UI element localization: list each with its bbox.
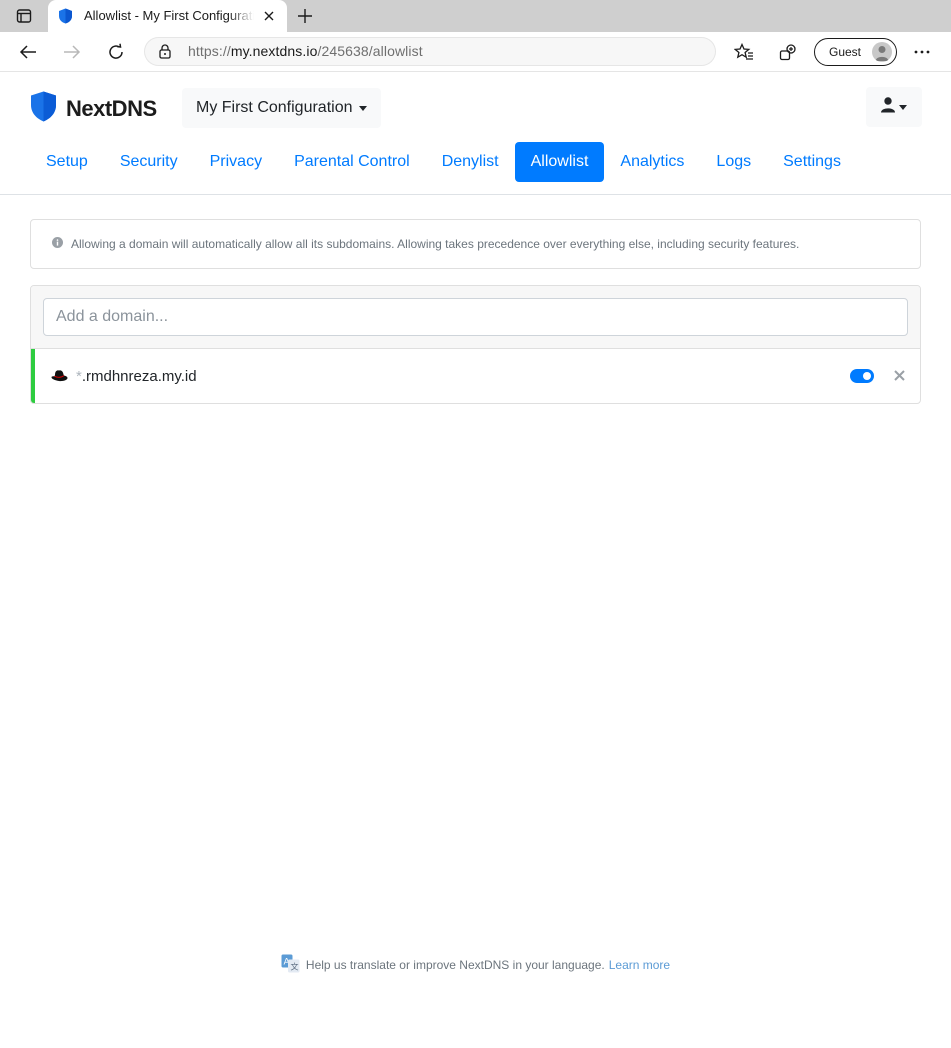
caret-down-icon: [899, 104, 907, 110]
translation-footer: A文 Help us translate or improve NextDNS …: [0, 954, 951, 976]
tab-allowlist[interactable]: Allowlist: [514, 142, 605, 182]
address-bar[interactable]: https://my.nextdns.io/245638/allowlist: [144, 37, 716, 66]
svg-text:文: 文: [290, 962, 298, 972]
caret-down-icon: [358, 105, 367, 111]
profile-label: Guest: [829, 45, 862, 59]
lock-icon[interactable]: [158, 43, 172, 64]
url-text: https://my.nextdns.io/245638/allowlist: [188, 43, 423, 59]
red-hat-favicon-icon: [51, 369, 68, 388]
nav-divider: [0, 194, 951, 195]
add-domain-section: [31, 286, 920, 349]
main-nav: Setup Security Privacy Parental Control …: [30, 142, 857, 182]
account-menu-button[interactable]: [866, 87, 922, 127]
guest-avatar-icon: [872, 42, 892, 62]
footer-text: Help us translate or improve NextDNS in …: [305, 958, 605, 972]
new-tab-icon[interactable]: [293, 5, 317, 27]
nextdns-favicon-icon: [58, 8, 73, 29]
url-path: /245638/allowlist: [317, 43, 423, 59]
brand-logo[interactable]: NextDNS: [30, 91, 157, 127]
allowlist-card: *.rmdhnreza.my.id: [30, 285, 921, 404]
allowlist-entry: *.rmdhnreza.my.id: [31, 349, 920, 403]
refresh-icon[interactable]: [102, 38, 130, 66]
tab-close-icon[interactable]: [259, 6, 279, 26]
tab-denylist[interactable]: Denylist: [426, 142, 515, 182]
tab-parental-control[interactable]: Parental Control: [278, 142, 426, 182]
info-notice: Allowing a domain will automatically all…: [30, 219, 921, 269]
tab-settings[interactable]: Settings: [767, 142, 857, 182]
tab-setup[interactable]: Setup: [30, 142, 104, 182]
browser-tab[interactable]: Allowlist - My First Configuration: [48, 0, 287, 32]
notice-text: Allowing a domain will automatically all…: [71, 237, 800, 251]
tab-title: Allowlist - My First Configuration: [84, 8, 254, 23]
forward-icon[interactable]: [58, 38, 86, 66]
url-host: my.nextdns.io: [230, 43, 318, 59]
remove-entry-icon[interactable]: [890, 366, 908, 384]
more-menu-icon[interactable]: [908, 38, 936, 66]
tab-privacy[interactable]: Privacy: [194, 142, 278, 182]
learn-more-link[interactable]: Learn more: [609, 958, 670, 972]
entry-enabled-toggle[interactable]: [850, 369, 874, 383]
tab-logs[interactable]: Logs: [700, 142, 767, 182]
entry-domain: *.rmdhnreza.my.id: [76, 368, 197, 385]
back-icon[interactable]: [14, 38, 42, 66]
translate-icon: A文: [281, 954, 300, 976]
user-icon: [881, 96, 895, 118]
configuration-dropdown[interactable]: My First Configuration: [182, 88, 381, 128]
tab-security[interactable]: Security: [104, 142, 194, 182]
configuration-name: My First Configuration: [196, 99, 353, 116]
browser-tab-bar: Allowlist - My First Configuration: [0, 0, 951, 32]
entry-domain-name: .rmdhnreza.my.id: [81, 368, 197, 385]
favorites-icon[interactable]: [730, 38, 758, 66]
tab-actions-icon[interactable]: [10, 5, 38, 27]
shield-logo-icon: [30, 91, 57, 127]
brand-name: NextDNS: [66, 96, 157, 121]
add-domain-input[interactable]: [43, 298, 908, 336]
collections-icon[interactable]: [774, 38, 802, 66]
tab-analytics[interactable]: Analytics: [604, 142, 700, 182]
profile-button[interactable]: Guest: [814, 38, 897, 66]
info-icon: [52, 235, 63, 253]
url-scheme: https://: [188, 43, 231, 59]
page: NextDNS My First Configuration Setup Sec…: [0, 72, 951, 1048]
browser-toolbar: https://my.nextdns.io/245638/allowlist G…: [0, 32, 951, 72]
